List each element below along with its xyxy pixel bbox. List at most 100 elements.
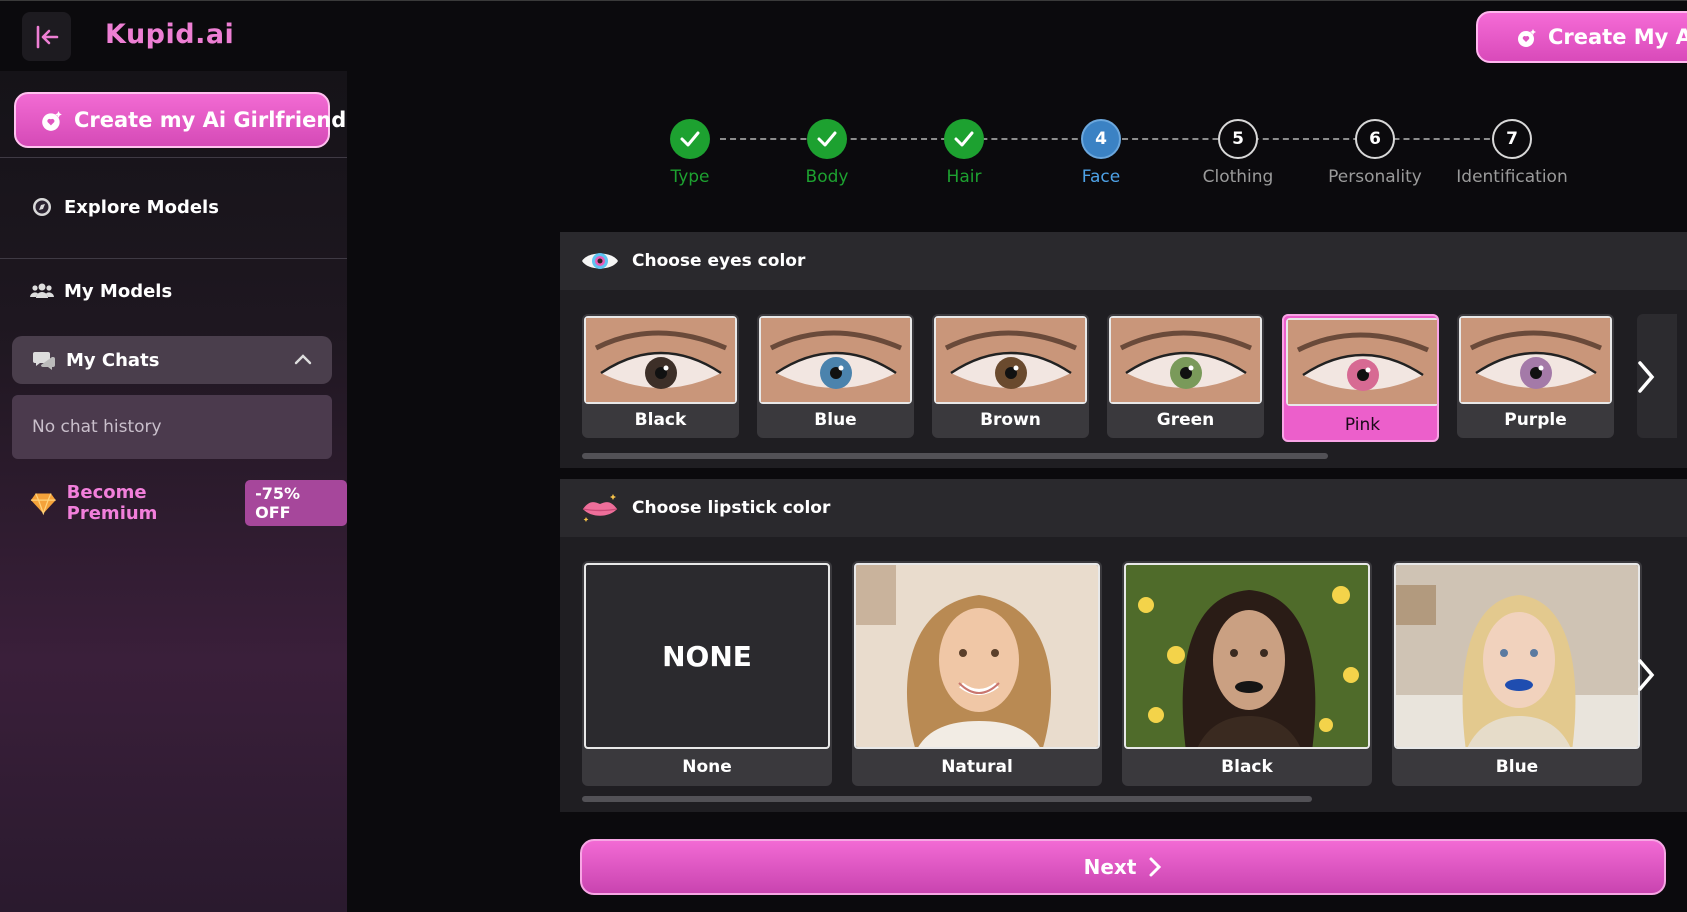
check-icon	[944, 119, 984, 159]
sidebar-item-label: My Chats	[66, 349, 160, 371]
my-chats-row: My Chats	[32, 348, 159, 372]
lipstick-option-label: Natural	[941, 757, 1013, 777]
diamond-icon	[30, 493, 56, 516]
step-number: 6	[1355, 119, 1395, 159]
step-label: Hair	[946, 167, 982, 187]
sidebar-divider	[0, 258, 347, 259]
eye-icon	[582, 253, 618, 269]
chevron-right-icon	[1638, 659, 1655, 691]
compass-icon	[30, 195, 54, 219]
sidebar-item-explore[interactable]: Explore Models	[30, 195, 219, 219]
discount-badge: -75% OFF	[245, 480, 347, 526]
eyes-scroll-right-arrow[interactable]	[1634, 357, 1658, 397]
sidebar-create-label: Create my Ai Girlfriend	[74, 108, 347, 132]
eyes-scrollbar[interactable]	[582, 453, 1328, 459]
eye-photo	[1286, 318, 1437, 406]
sidebar-item-my-chats[interactable]: My Chats	[12, 336, 332, 384]
sidebar: Create my Ai Girlfriend Explore Models M…	[0, 71, 347, 912]
sidebar-create-button[interactable]: Create my Ai Girlfriend	[14, 92, 346, 148]
lips-icon	[582, 494, 618, 522]
eye-option-label: Purple	[1504, 410, 1567, 430]
eye-option-blue[interactable]: Blue	[757, 314, 914, 438]
lipstick-option-label: Black	[1221, 757, 1273, 777]
step-type[interactable]: Type	[620, 119, 760, 187]
lipstick-scroll-right-arrow[interactable]	[1634, 655, 1658, 695]
lipstick-scrollbar[interactable]	[582, 796, 1312, 802]
step-number: 4	[1081, 119, 1121, 159]
sidebar-item-label: My Models	[64, 280, 173, 302]
sidebar-item-my-models[interactable]: My Models	[30, 279, 172, 303]
step-label: Body	[805, 167, 849, 187]
step-label: Personality	[1328, 167, 1422, 187]
eye-option-label: Pink	[1344, 415, 1381, 435]
step-number: 5	[1218, 119, 1258, 159]
eye-photo	[934, 316, 1087, 404]
top-bar: Kupid.ai Create My AI Girlfriend	[0, 1, 1687, 71]
eye-option-label: Black	[634, 410, 687, 430]
step-label: Identification	[1456, 167, 1568, 187]
sidebar-divider	[0, 157, 347, 158]
eye-photo	[759, 316, 912, 404]
step-hair[interactable]: Hair	[894, 119, 1034, 187]
step-personality[interactable]: 6 Personality	[1305, 119, 1445, 187]
no-chat-history: No chat history	[12, 395, 332, 459]
none-placeholder: NONE	[584, 563, 830, 749]
step-face[interactable]: 4 Face	[1031, 119, 1171, 187]
eye-photo	[584, 316, 737, 404]
chat-bubbles-icon	[32, 348, 56, 372]
lipstick-option-black[interactable]: Black	[1122, 561, 1372, 786]
lipstick-color-section: Choose lipstick color NONE None Natural …	[560, 479, 1687, 812]
eye-option-purple[interactable]: Purple	[1457, 314, 1614, 438]
eye-option-green[interactable]: Green	[1107, 314, 1264, 438]
users-icon	[30, 279, 54, 303]
model-photo-black	[1124, 563, 1370, 749]
chevron-up-icon[interactable]	[294, 352, 312, 366]
sparkle-heart-icon	[1518, 29, 1536, 47]
lipstick-option-label: Blue	[1495, 757, 1539, 777]
eye-option-pink[interactable]: Pink	[1282, 314, 1439, 442]
step-clothing[interactable]: 5 Clothing	[1168, 119, 1308, 187]
lipstick-option-label: None	[682, 757, 732, 777]
premium-label: Become Premium	[66, 482, 158, 524]
step-label: Type	[670, 167, 710, 187]
step-number: 7	[1492, 119, 1532, 159]
eyes-color-section: Choose eyes color Black Blue Brown Green Pin…	[560, 232, 1687, 468]
eye-option-label: Brown	[980, 410, 1041, 430]
lipstick-option-blue[interactable]: Blue	[1392, 561, 1642, 786]
model-photo-blue	[1394, 563, 1640, 749]
step-body[interactable]: Body	[757, 119, 897, 187]
step-identification[interactable]: 7 Identification	[1442, 119, 1582, 187]
app-root: Kupid.ai Create My AI Girlfriend Create …	[0, 0, 1687, 912]
eye-photo	[1109, 316, 1262, 404]
eye-option-label: Green	[1156, 410, 1215, 430]
sparkle-heart-icon	[42, 111, 62, 131]
eye-option-brown[interactable]: Brown	[932, 314, 1089, 438]
no-chat-history-text: No chat history	[32, 417, 162, 437]
check-icon	[807, 119, 847, 159]
top-create-label: Create My AI Girlfriend	[1548, 25, 1687, 49]
become-premium-link[interactable]: Become Premium -75% OFF	[30, 480, 347, 526]
lipstick-section-header: Choose lipstick color	[560, 479, 1687, 537]
eye-photo	[1459, 316, 1612, 404]
arrow-left-bar-icon	[36, 25, 58, 48]
lipstick-option-natural[interactable]: Natural	[852, 561, 1102, 786]
eye-option-black[interactable]: Black	[582, 314, 739, 438]
chevron-right-icon	[1638, 361, 1655, 393]
eyes-section-header: Choose eyes color	[560, 232, 1687, 290]
eyes-section-title: Choose eyes color	[632, 251, 806, 271]
check-icon	[670, 119, 710, 159]
next-button-label: Next	[1083, 855, 1137, 879]
step-label: Face	[1081, 167, 1121, 187]
sidebar-item-label: Explore Models	[64, 196, 219, 218]
model-photo-natural	[854, 563, 1100, 749]
progress-stepper: Type Body Hair 4 Face 5 Clothing 6 Personality 7 I…	[670, 119, 1590, 189]
eye-option-label: Blue	[814, 410, 857, 430]
step-label: Clothing	[1202, 167, 1274, 187]
collapse-sidebar-button[interactable]	[22, 12, 71, 61]
top-create-button[interactable]: Create My AI Girlfriend	[1476, 11, 1687, 63]
logo[interactable]: Kupid.ai	[105, 19, 234, 50]
lipstick-option-none[interactable]: NONE None	[582, 561, 832, 786]
lipstick-section-title: Choose lipstick color	[632, 498, 831, 518]
next-button[interactable]: Next	[580, 839, 1666, 895]
chevron-right-icon	[1149, 857, 1162, 877]
